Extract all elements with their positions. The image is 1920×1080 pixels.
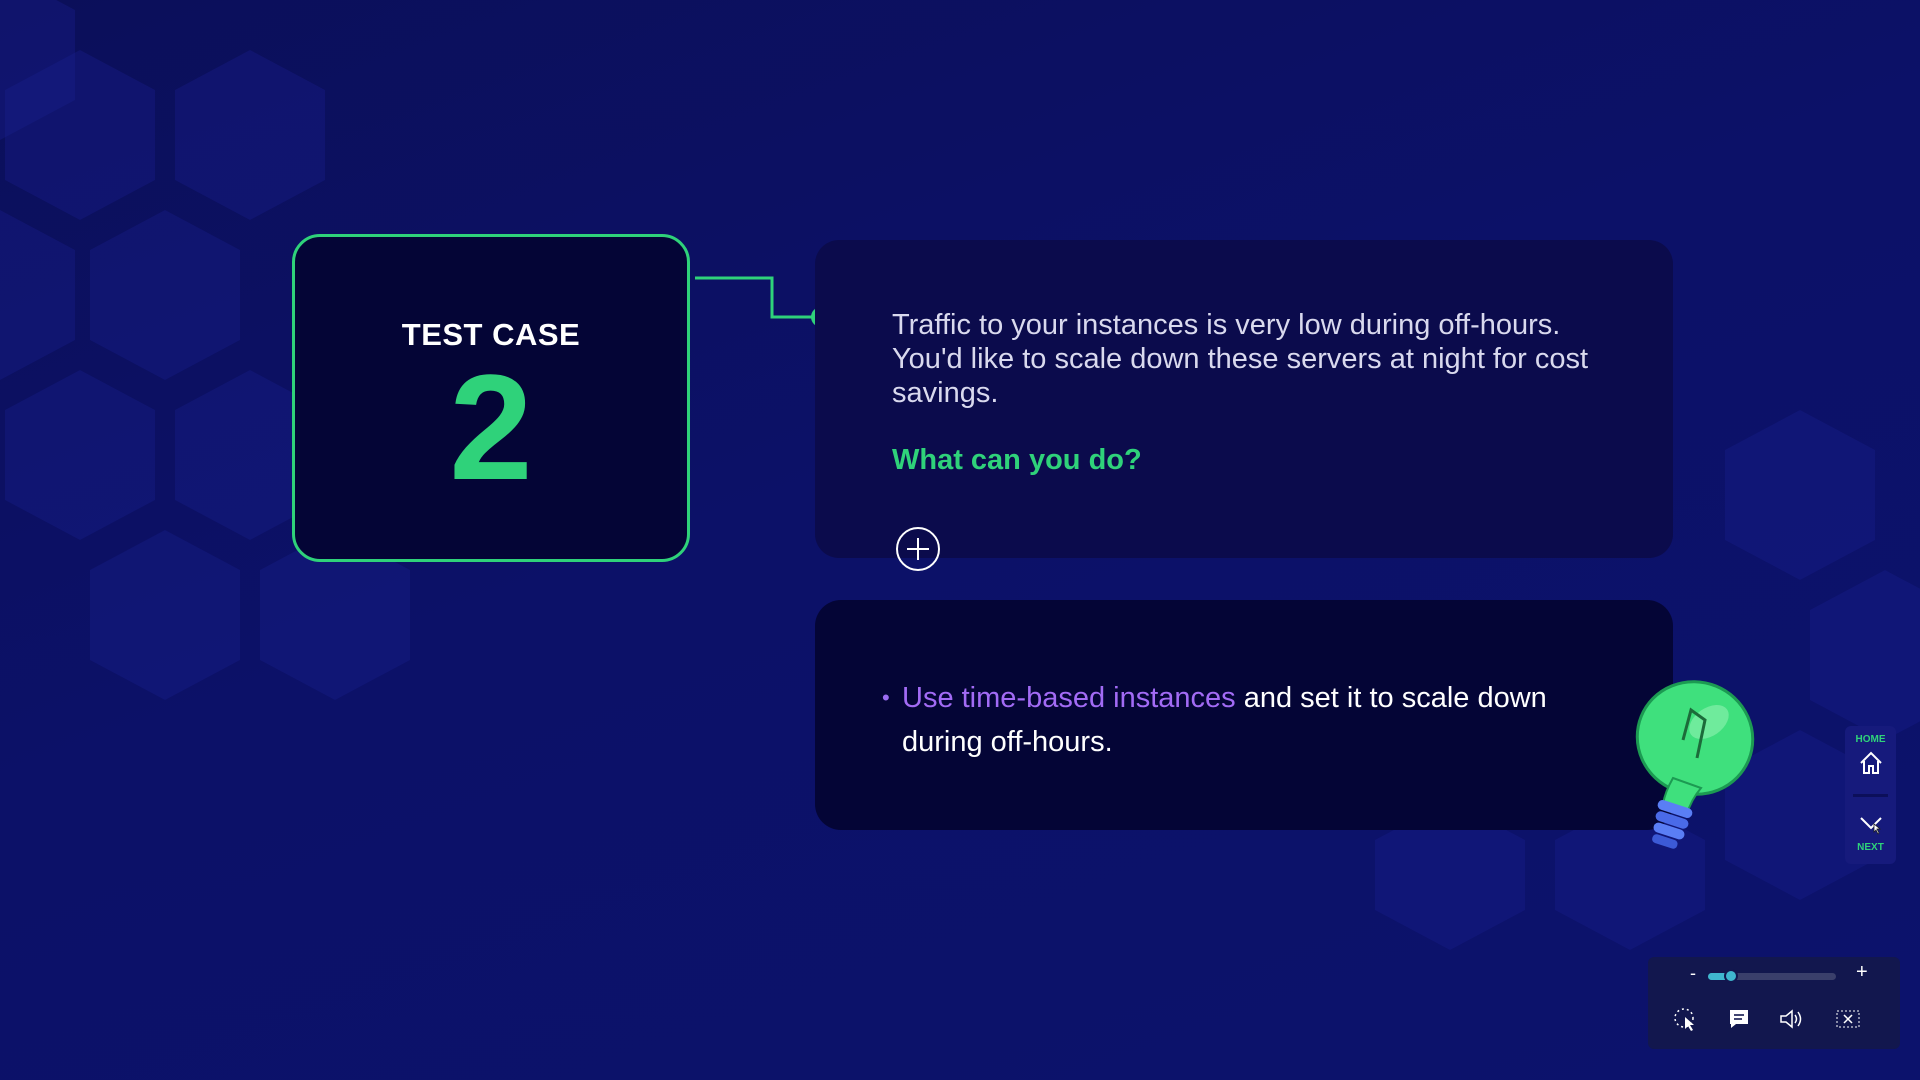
plus-icon [907,538,929,560]
test-case-card: TEST CASE 2 [292,234,690,562]
question-prompt: What can you do? [892,444,1142,476]
question-text: Traffic to your instances is very low du… [892,309,1589,409]
zoom-slider-thumb[interactable] [1724,969,1739,983]
test-case-number: 2 [449,343,533,511]
pointer-icon[interactable] [1672,1007,1700,1031]
zoom-slider[interactable] [1708,969,1836,983]
close-icon[interactable] [1834,1007,1862,1031]
zoom-in-button[interactable]: + [1856,961,1868,984]
question-panel: Traffic to your instances is very low du… [815,240,1673,558]
reveal-plus-button[interactable] [896,527,940,571]
nav-divider [1853,794,1888,797]
volume-icon[interactable] [1778,1007,1806,1031]
answer-panel: • Use time-based instances and set it to… [815,600,1673,830]
home-label: HOME [1855,734,1886,745]
time-based-instances-link[interactable]: Use time-based instances [902,682,1236,714]
answer-text: • Use time-based instances and set it to… [882,676,1602,764]
player-controls: - + [1648,957,1900,1049]
zoom-out-button[interactable]: - [1690,963,1696,984]
side-navigation: HOME NEXT [1845,726,1896,864]
home-icon[interactable] [1858,750,1884,776]
next-label: NEXT [1857,842,1884,853]
captions-icon[interactable] [1726,1007,1754,1031]
lightbulb-icon [1635,680,1755,849]
bullet-marker: • [882,685,890,710]
chevron-down-icon[interactable] [1858,810,1884,836]
